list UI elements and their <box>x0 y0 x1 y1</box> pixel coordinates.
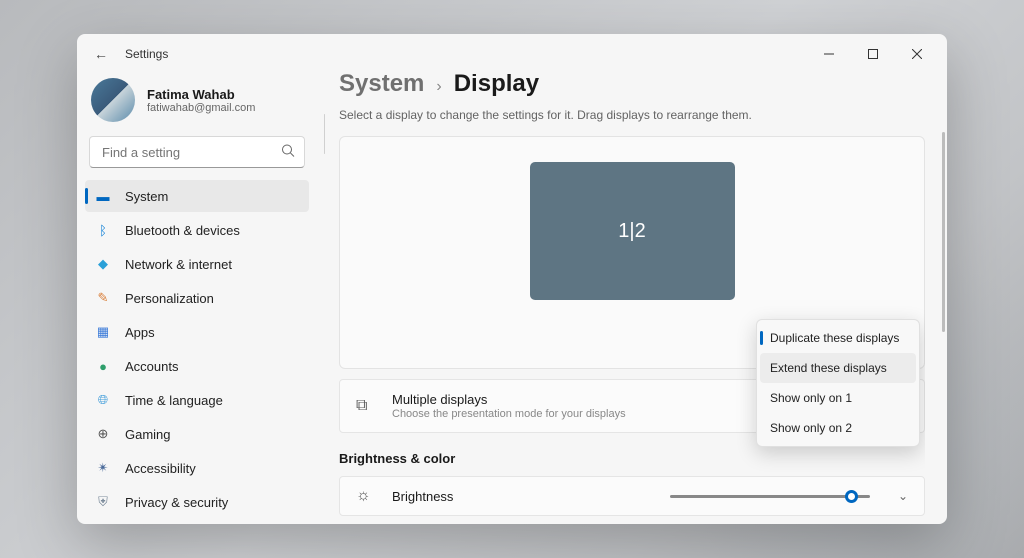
desktop-background: ← Settings Fatima Wahab <box>0 0 1024 558</box>
app-title: Settings <box>125 47 168 61</box>
titlebar: ← Settings <box>77 34 947 74</box>
display-subtitle: Select a display to change the settings … <box>339 108 925 122</box>
breadcrumb-parent[interactable]: System <box>339 74 424 98</box>
sidebar-item-label: Network & internet <box>125 257 232 272</box>
search-box <box>89 136 305 168</box>
dropdown-menu: Duplicate these displays Extend these di… <box>756 319 920 447</box>
system-icon: ▬ <box>95 188 111 204</box>
brightness-card[interactable]: ☼ Brightness ⌄ <box>339 476 925 516</box>
sidebar-item-label: Apps <box>125 325 155 340</box>
sidebar-item-label: Bluetooth & devices <box>125 223 240 238</box>
profile-name: Fatima Wahab <box>147 87 255 102</box>
sidebar-item-system[interactable]: ▬ System <box>85 180 309 212</box>
profile[interactable]: Fatima Wahab fatiwahab@gmail.com <box>85 74 309 136</box>
privacy-icon: ⛨ <box>95 494 111 510</box>
sidebar-item-label: Accessibility <box>125 461 196 476</box>
display-actions: Identify Duplicate these displays Extend… <box>354 323 910 354</box>
bluetooth-icon: ᛒ <box>95 222 111 238</box>
close-button[interactable] <box>895 38 939 70</box>
sidebar-item-label: Gaming <box>125 427 171 442</box>
network-icon: ◆ <box>95 256 111 272</box>
sidebar: Fatima Wahab fatiwahab@gmail.com ▬ Syste… <box>77 74 317 524</box>
main-panel: System › Display Select a display to cha… <box>317 74 947 524</box>
multiple-displays-title: Multiple displays <box>392 392 626 407</box>
accessibility-icon: ✴ <box>95 460 111 476</box>
personalization-icon: ✎ <box>95 290 111 306</box>
back-arrow-icon: ← <box>94 46 108 62</box>
section-brightness-color: Brightness & color <box>339 451 925 466</box>
sidebar-item-accessibility[interactable]: ✴ Accessibility <box>85 452 309 484</box>
minimize-button[interactable] <box>807 38 851 70</box>
brightness-label: Brightness <box>392 489 453 504</box>
profile-email: fatiwahab@gmail.com <box>147 102 255 114</box>
sidebar-item-personalization[interactable]: ✎ Personalization <box>85 282 309 314</box>
maximize-button[interactable] <box>851 38 895 70</box>
apps-icon: ▦ <box>95 324 111 340</box>
back-button[interactable]: ← <box>85 38 117 70</box>
dropdown-item-only1[interactable]: Show only on 1 <box>760 383 916 413</box>
gaming-icon: ⊕ <box>95 426 111 442</box>
maximize-icon <box>868 49 878 59</box>
sidebar-item-bluetooth[interactable]: ᛒ Bluetooth & devices <box>85 214 309 246</box>
breadcrumb: System › Display <box>339 74 925 98</box>
multiple-displays-icon: ⧉ <box>356 397 376 415</box>
sidebar-item-label: Personalization <box>125 291 214 306</box>
sidebar-item-label: Accounts <box>125 359 178 374</box>
brightness-slider[interactable] <box>670 495 870 498</box>
chevron-down-icon[interactable]: ⌄ <box>898 489 908 503</box>
breadcrumb-current: Display <box>454 74 539 98</box>
chevron-right-icon: › <box>436 78 441 96</box>
sidebar-item-label: System <box>125 189 168 204</box>
sidebar-item-label: Time & language <box>125 393 223 408</box>
monitor-label: 1|2 <box>618 220 645 243</box>
content: Fatima Wahab fatiwahab@gmail.com ▬ Syste… <box>77 74 947 524</box>
settings-window: ← Settings Fatima Wahab <box>77 34 947 524</box>
sidebar-item-label: Privacy & security <box>125 495 228 510</box>
sidebar-item-apps[interactable]: ▦ Apps <box>85 316 309 348</box>
scrollbar[interactable] <box>942 132 945 332</box>
sidebar-item-time[interactable]: 🌐︎ Time & language <box>85 384 309 416</box>
sidebar-item-gaming[interactable]: ⊕ Gaming <box>85 418 309 450</box>
slider-thumb[interactable] <box>845 490 858 503</box>
multiple-displays-desc: Choose the presentation mode for your di… <box>392 408 626 420</box>
avatar <box>91 78 135 122</box>
display-canvas[interactable]: 1|2 <box>354 151 910 311</box>
window-controls <box>807 38 939 70</box>
accounts-icon: ● <box>95 358 111 374</box>
nav: ▬ System ᛒ Bluetooth & devices ◆ Network… <box>85 180 309 518</box>
brightness-icon: ☼ <box>356 487 376 505</box>
display-arrangement-box: 1|2 Identify Duplicate these displays Ex… <box>339 136 925 369</box>
monitor-thumbnail[interactable]: 1|2 <box>530 162 735 300</box>
search-icon <box>281 144 295 161</box>
sidebar-item-privacy[interactable]: ⛨ Privacy & security <box>85 486 309 518</box>
dropdown-item-duplicate[interactable]: Duplicate these displays <box>760 323 916 353</box>
sidebar-item-accounts[interactable]: ● Accounts <box>85 350 309 382</box>
time-icon: 🌐︎ <box>95 392 111 408</box>
close-icon <box>912 49 922 59</box>
dropdown-item-extend[interactable]: Extend these displays <box>760 353 916 383</box>
dropdown-item-only2[interactable]: Show only on 2 <box>760 413 916 443</box>
search-input[interactable] <box>89 136 305 168</box>
minimize-icon <box>824 49 834 59</box>
sidebar-item-network[interactable]: ◆ Network & internet <box>85 248 309 280</box>
